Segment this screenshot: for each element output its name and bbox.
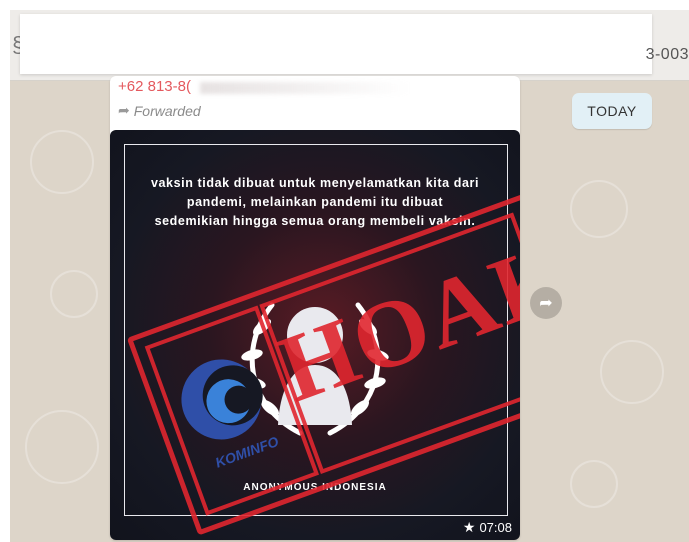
wallpaper-doodle [570,460,618,508]
message-meta: ★ 07:08 [463,519,512,536]
wallpaper-doodle [30,130,94,194]
image-caption-text: vaksin tidak dibuat untuk menyelamatkan … [150,176,480,228]
forward-arrow-icon: ➦ [118,102,130,118]
chat-header: § 3-003 [10,10,689,81]
forwarded-label: ➦ Forwarded [118,102,201,119]
sender-blur [200,82,410,94]
message-bubble[interactable]: +62 813-8( ➦ Forwarded vaksin tidak dibu… [110,76,520,540]
redacted-contact-info [20,14,652,74]
chat-background: § 3-003 +62 813-8( ➦ Forwarded vaksin ti… [10,10,689,542]
forwarded-image[interactable]: vaksin tidak dibuat untuk menyelamatkan … [110,130,520,540]
star-icon: ★ [462,519,476,535]
wallpaper-doodle [570,180,628,238]
wallpaper-doodle [25,410,99,484]
wallpaper-doodle [50,270,98,318]
sender-phone[interactable]: +62 813-8( [118,78,200,95]
date-badge: TODAY [572,93,652,129]
forwarded-text: Forwarded [133,102,201,119]
wallpaper-doodle [600,340,664,404]
forward-share-button[interactable]: ➦ [530,287,562,319]
header-edge-number: 3-003 [645,46,689,63]
share-arrow-icon: ➦ [539,295,553,312]
message-time: 07:08 [479,520,512,535]
